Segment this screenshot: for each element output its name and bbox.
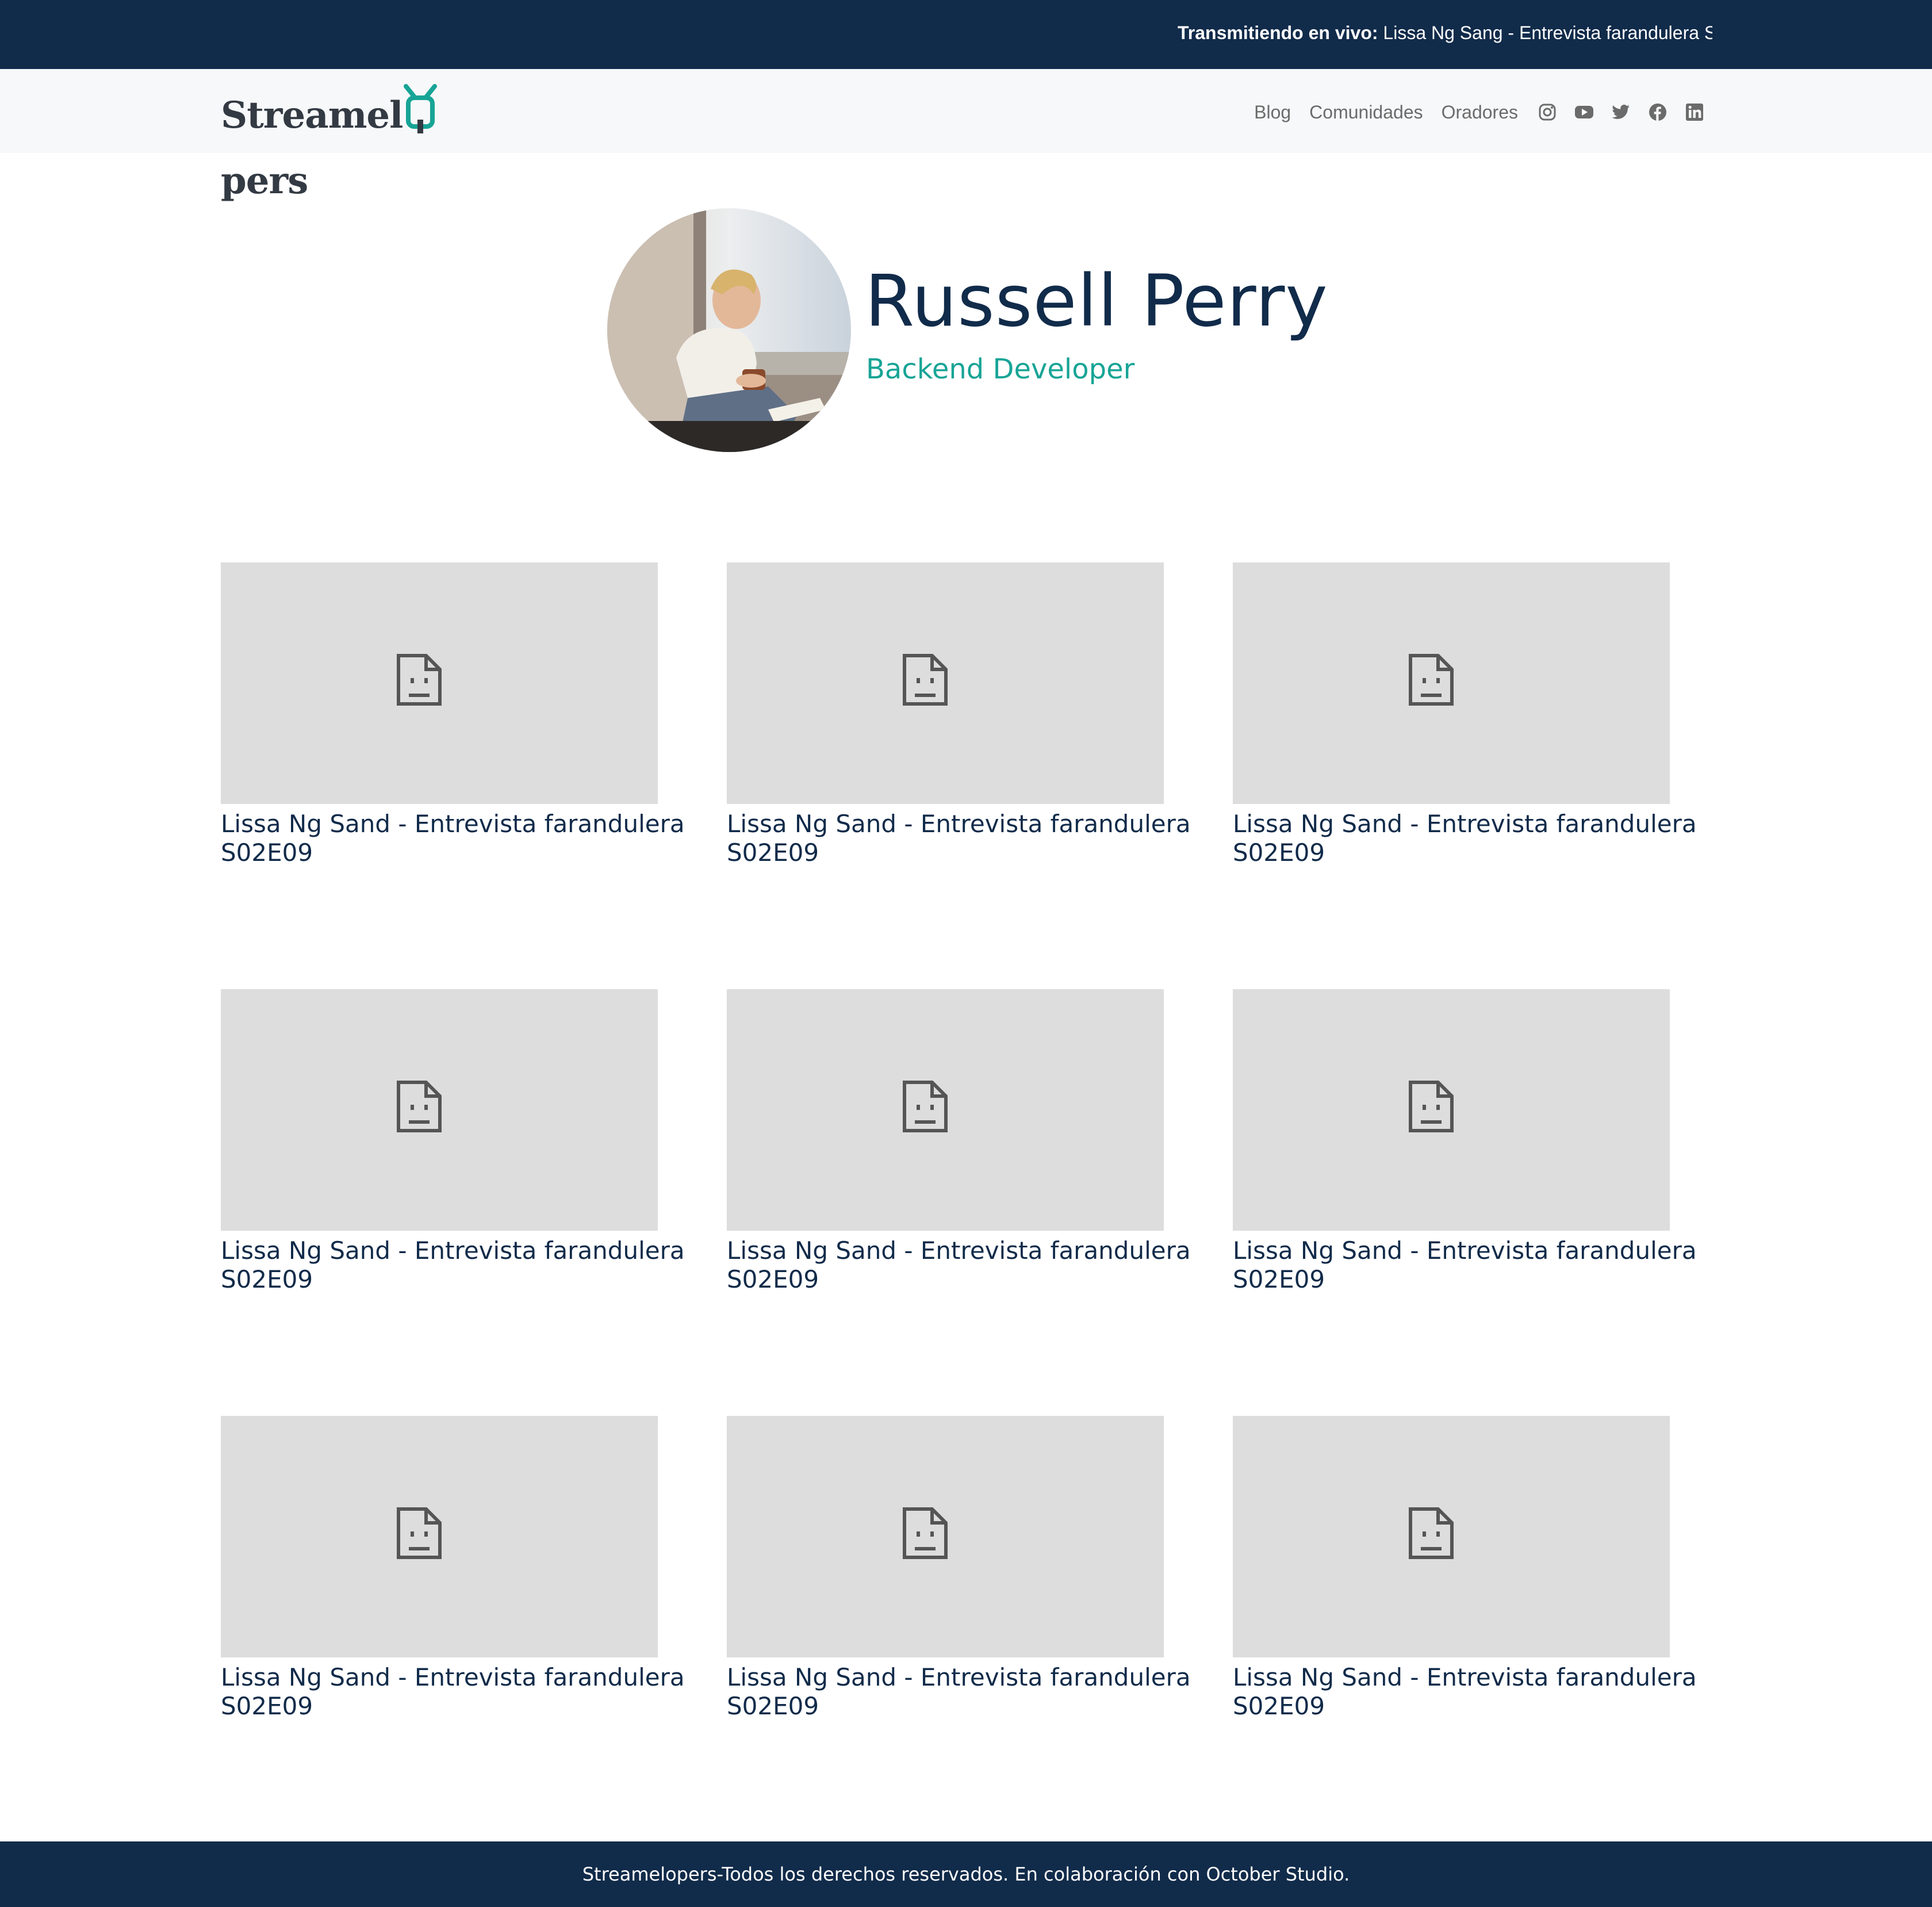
live-ticker[interactable]: Transmitiendo en vivo: Lissa Ng Sang - E… bbox=[1178, 21, 1712, 49]
brand-name-part2: pers bbox=[221, 159, 308, 202]
video-thumbnail[interactable] bbox=[221, 1416, 658, 1657]
broken-image-icon bbox=[397, 1081, 442, 1132]
avatar-photo bbox=[607, 208, 851, 452]
speaker-profile: Russell Perry Backend Developer bbox=[607, 208, 1355, 452]
nav-link-oradores[interactable]: Oradores bbox=[1442, 102, 1518, 123]
video-card[interactable]: Lissa Ng Sand - Entrevista farandulera S… bbox=[221, 989, 710, 1294]
footer-text: Streamelopers-Todos los derechos reserva… bbox=[582, 1863, 1350, 1885]
video-title[interactable]: Lissa Ng Sand - Entrevista farandulera S… bbox=[727, 810, 1216, 867]
video-card[interactable]: Lissa Ng Sand - Entrevista farandulera S… bbox=[221, 1416, 710, 1721]
linkedin-icon[interactable] bbox=[1685, 102, 1704, 122]
nav-menu: Blog Comunidades Oradores bbox=[1254, 92, 1704, 132]
video-title[interactable]: Lissa Ng Sand - Entrevista farandulera S… bbox=[221, 1236, 710, 1294]
instagram-icon[interactable] bbox=[1538, 102, 1557, 122]
video-card[interactable]: Lissa Ng Sand - Entrevista farandulera S… bbox=[727, 1416, 1216, 1721]
broken-image-icon bbox=[1409, 654, 1454, 706]
video-thumbnail[interactable] bbox=[1233, 989, 1670, 1231]
brand-name-part1: Streamel bbox=[221, 94, 403, 137]
video-title[interactable]: Lissa Ng Sand - Entrevista farandulera S… bbox=[1233, 810, 1722, 867]
video-card[interactable]: Lissa Ng Sand - Entrevista farandulera S… bbox=[1233, 1416, 1722, 1721]
live-stream-title[interactable]: Lissa Ng Sang - Entrevista farandulera S… bbox=[1378, 22, 1712, 43]
broken-image-icon bbox=[903, 1507, 948, 1559]
speaker-name: Russell Perry bbox=[865, 260, 1328, 343]
video-thumbnail[interactable] bbox=[1233, 1416, 1670, 1657]
video-thumbnail[interactable] bbox=[221, 562, 658, 804]
broken-image-icon bbox=[903, 1081, 948, 1132]
video-thumbnail[interactable] bbox=[221, 989, 658, 1231]
youtube-icon[interactable] bbox=[1574, 102, 1594, 122]
footer: Streamelopers-Todos los derechos reserva… bbox=[0, 1841, 1932, 1907]
video-title[interactable]: Lissa Ng Sand - Entrevista farandulera S… bbox=[727, 1236, 1216, 1294]
video-title[interactable]: Lissa Ng Sand - Entrevista farandulera S… bbox=[1233, 1663, 1722, 1721]
broken-image-icon bbox=[397, 654, 442, 706]
video-card[interactable]: Lissa Ng Sand - Entrevista farandulera S… bbox=[1233, 989, 1722, 1294]
broken-image-icon bbox=[397, 1507, 442, 1559]
live-label: Transmitiendo en vivo: bbox=[1178, 22, 1378, 43]
video-thumbnail[interactable] bbox=[727, 989, 1164, 1231]
brand-logo[interactable]: Streamel pers bbox=[221, 84, 520, 202]
video-title[interactable]: Lissa Ng Sand - Entrevista farandulera S… bbox=[221, 1663, 710, 1721]
broken-image-icon bbox=[1409, 1507, 1454, 1559]
twitter-icon[interactable] bbox=[1611, 102, 1631, 122]
video-title[interactable]: Lissa Ng Sand - Entrevista farandulera S… bbox=[1233, 1236, 1722, 1294]
avatar bbox=[607, 208, 851, 452]
video-card[interactable]: Lissa Ng Sand - Entrevista farandulera S… bbox=[727, 562, 1216, 867]
video-thumbnail[interactable] bbox=[727, 1416, 1164, 1657]
video-title[interactable]: Lissa Ng Sand - Entrevista farandulera S… bbox=[221, 810, 710, 867]
brand-logo-mark-icon bbox=[402, 84, 438, 152]
broken-image-icon bbox=[1409, 1081, 1454, 1132]
nav-link-blog[interactable]: Blog bbox=[1254, 102, 1291, 123]
video-title[interactable]: Lissa Ng Sand - Entrevista farandulera S… bbox=[727, 1663, 1216, 1721]
social-links bbox=[1538, 102, 1704, 122]
video-card[interactable]: Lissa Ng Sand - Entrevista farandulera S… bbox=[727, 989, 1216, 1294]
video-thumbnail[interactable] bbox=[727, 562, 1164, 804]
video-card[interactable]: Lissa Ng Sand - Entrevista farandulera S… bbox=[221, 562, 710, 867]
speaker-role: Backend Developer bbox=[866, 353, 1135, 385]
facebook-icon[interactable] bbox=[1648, 102, 1667, 122]
nav-link-comunidades[interactable]: Comunidades bbox=[1309, 102, 1423, 123]
video-thumbnail[interactable] bbox=[1233, 562, 1670, 804]
live-banner: Transmitiendo en vivo: Lissa Ng Sang - E… bbox=[0, 0, 1932, 69]
top-navbar: Streamel pers Blog Comunidades Oradores bbox=[0, 69, 1932, 202]
broken-image-icon bbox=[903, 654, 948, 706]
video-card[interactable]: Lissa Ng Sand - Entrevista farandulera S… bbox=[1233, 562, 1722, 867]
